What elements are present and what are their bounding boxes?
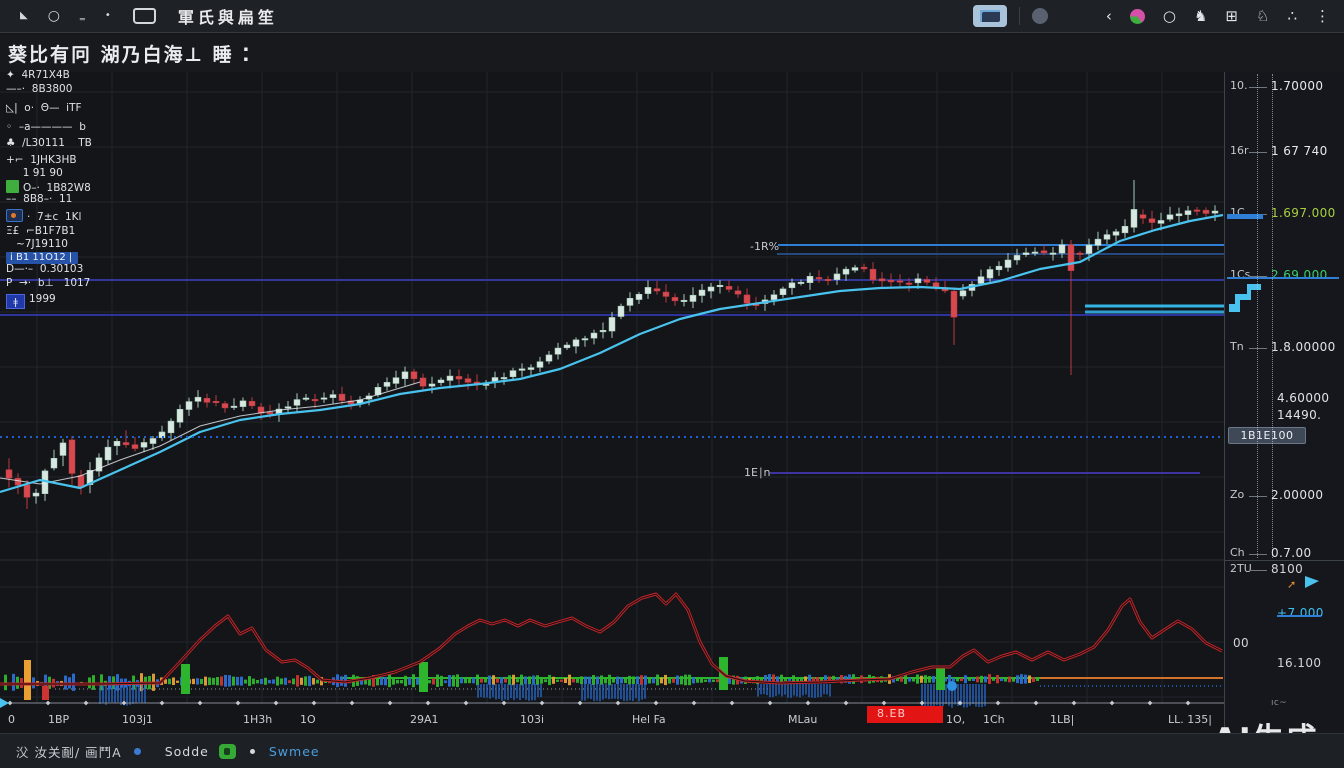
- blue-dot-icon: [134, 748, 141, 755]
- legend-row: ◦ –a———— b: [6, 121, 86, 133]
- price-axis-row: 1B1E100: [1225, 429, 1344, 444]
- knight2-icon[interactable]: ♘: [1256, 7, 1269, 25]
- up-arrow-icon: ➚: [1287, 578, 1296, 591]
- avatar-icon[interactable]: [1130, 9, 1145, 24]
- price-axis-row: ıc~: [1225, 698, 1344, 713]
- flag-icon: [1305, 576, 1319, 588]
- price-axis-row: 10.1.70000: [1225, 79, 1344, 94]
- axis-dotted-guide: [1272, 74, 1273, 558]
- current-date-badge: 8.EB: [867, 706, 943, 723]
- price-axis[interactable]: ➚ 10.1.70000 16r1 67 740 1C1.697.000 1Cs2.6…: [1224, 72, 1344, 733]
- chart-title: 葵比有冋 湖乃白海⊥ 睡 ⁚: [8, 40, 251, 67]
- legend-row: –– 8B8–· 11: [6, 193, 72, 205]
- price-axis-row: 2TU8100: [1225, 562, 1344, 577]
- price-axis-row: 14490.: [1225, 408, 1344, 423]
- legend-row: ♣ /L30111 TB: [6, 137, 92, 149]
- cursor-icon[interactable]: ◣: [20, 11, 28, 21]
- legend-row: ~7J19110: [6, 238, 68, 250]
- x-axis-label: 1BP: [48, 713, 69, 726]
- price-step-marker: [1227, 282, 1267, 316]
- legend-row: ǂ1999: [6, 293, 56, 309]
- circle-icon[interactable]: ○: [48, 9, 60, 23]
- bullet-icon: [250, 749, 255, 754]
- blue-square-icon: ǂ: [6, 294, 25, 309]
- legend-row: ✦ 4R71X4B: [6, 69, 70, 81]
- x-axis-label: 1O,: [946, 713, 965, 726]
- screen-button[interactable]: [973, 5, 1007, 27]
- x-axis-label: 1H3h: [243, 713, 272, 726]
- blue-box-icon: [6, 209, 23, 222]
- legend-row: D—·– 0.30103: [6, 263, 83, 275]
- top-toolbar: ◣ ○ ‗ • 軍氏與扁笙 ‹ ○ ♞ ⊞ ♘ ∴ ⋮: [0, 0, 1344, 33]
- kebab-menu-icon[interactable]: ⋮: [1315, 7, 1330, 25]
- price-axis-row: Tn1.8.00000: [1225, 340, 1344, 355]
- svg-text:-1R%: -1R%: [750, 240, 779, 253]
- toolbar-separator: [1019, 7, 1020, 25]
- legend-row: ◺| o· Θ— iTF: [6, 102, 82, 114]
- axis-dotted-guide: [1257, 74, 1258, 558]
- status-circle-icon[interactable]: [1032, 8, 1048, 24]
- x-axis-label: 103i: [520, 713, 544, 726]
- x-axis-label: 103j1: [122, 713, 153, 726]
- green-block-icon: [6, 180, 19, 193]
- price-axis-row: 16.100: [1225, 656, 1344, 671]
- price-axis-row: 1Cs2.69.000: [1225, 268, 1344, 283]
- price-axis-row: +7.000: [1225, 606, 1344, 621]
- x-axis-label: MLau: [788, 713, 817, 726]
- x-axis-label: 0: [8, 713, 15, 726]
- status-link[interactable]: Swmee: [269, 744, 320, 759]
- scatter-dots-icon[interactable]: ∴: [1287, 7, 1297, 25]
- price-axis-row: Ch0.7.00: [1225, 546, 1344, 561]
- screen-icon: [980, 10, 1000, 22]
- toolbar-title: 軍氏與扁笙: [178, 4, 278, 28]
- grid-icon[interactable]: ⊞: [1225, 7, 1238, 25]
- toolbar-right-group: ‹ ○ ♞ ⊞ ♘ ∴ ⋮: [973, 5, 1344, 27]
- knight-icon[interactable]: ♞: [1194, 7, 1207, 25]
- price-axis-row: 00: [1225, 636, 1344, 651]
- x-axis-label: 1Ch: [983, 713, 1005, 726]
- current-price-badge: 1B1E100: [1228, 427, 1306, 444]
- chart-region: -1R% 1E∣n ✦ 4R71X4B —–· 8B3800 ◺| o· Θ— iTF…: [0, 72, 1344, 733]
- price-axis-row: 1C1.697.000: [1225, 206, 1344, 221]
- legend-row: +⌐ 1JHK3HB: [6, 154, 77, 166]
- price-axis-row: 16r1 67 740: [1225, 144, 1344, 159]
- circle-outline-icon[interactable]: ○: [1163, 7, 1176, 25]
- legend-row: —–· 8B3800: [6, 83, 72, 95]
- lock-icon[interactable]: [219, 744, 236, 759]
- legend-row: · 7±c 1Kl: [6, 209, 81, 223]
- legend-row: O–· 1B82W8: [6, 180, 91, 194]
- x-axis-label: 29A1: [410, 713, 439, 726]
- legend-row: Ξ£ ⌐B1F7B1: [6, 225, 75, 237]
- source-label: Sodde: [165, 744, 209, 759]
- price-axis-row: Zo2.00000: [1225, 488, 1344, 503]
- indicator-legend: ✦ 4R71X4B —–· 8B3800 ◺| o· Θ— iTF ◦ –a———— …: [0, 72, 150, 317]
- dot-icon[interactable]: •: [105, 11, 111, 21]
- trading-app-window: ◣ ○ ‗ • 軍氏與扁笙 ‹ ○ ♞ ⊞ ♘ ∴ ⋮ 葵比有冋 湖乃白海⊥ 睡…: [0, 0, 1344, 768]
- legend-row: 1 91 90: [6, 167, 63, 179]
- price-axis-row: 4.60000: [1225, 391, 1344, 406]
- chart-titlebar: 葵比有冋 湖乃白海⊥ 睡 ⁚: [0, 34, 1344, 72]
- status-bar: 㳇 汝关㓰/ 画鬥A Sodde Swmee: [0, 733, 1344, 768]
- status-left-text: 㳇 汝关㓰/ 画鬥A: [16, 742, 122, 761]
- x-axis-label: LL. 135|: [1168, 713, 1212, 726]
- x-axis-label: 1O: [300, 713, 316, 726]
- clipboard-icon[interactable]: [133, 8, 156, 24]
- svg-text:1E∣n: 1E∣n: [744, 466, 770, 479]
- chevron-left-icon[interactable]: ‹: [1106, 7, 1112, 25]
- chart-canvas[interactable]: -1R% 1E∣n: [0, 72, 1224, 713]
- x-axis-label: 1LB|: [1050, 713, 1074, 726]
- dash-icon[interactable]: ‗: [80, 11, 85, 21]
- x-axis-label: Hel Fa: [632, 713, 666, 726]
- legend-row: P →· b⊥ 1017: [6, 277, 90, 289]
